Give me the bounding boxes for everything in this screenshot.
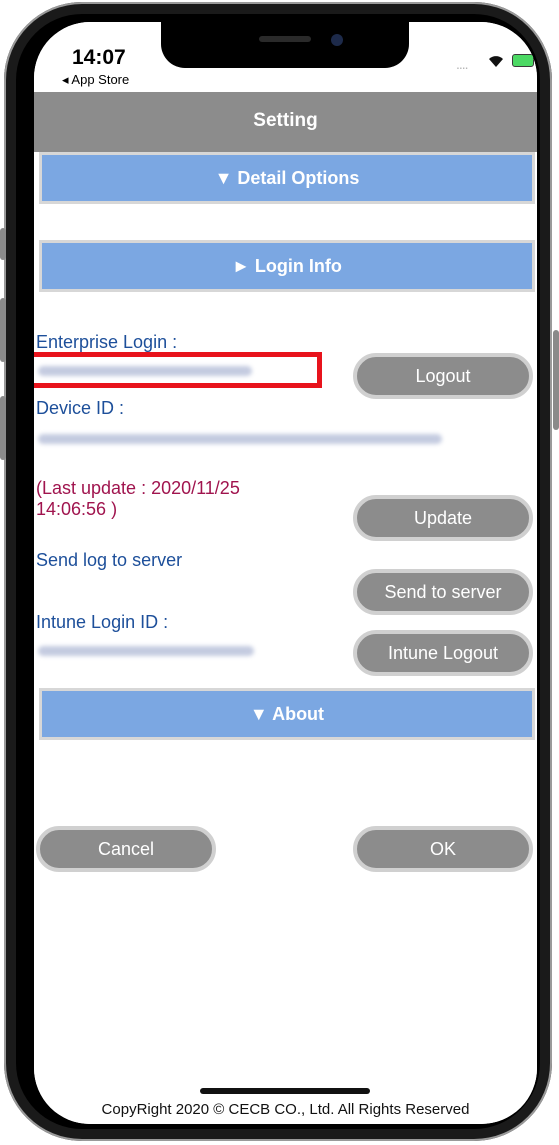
cancel-button[interactable]: Cancel xyxy=(36,826,216,872)
update-button[interactable]: Update xyxy=(353,495,533,541)
front-camera xyxy=(331,34,343,46)
last-update-text: (Last update : 2020/11/25 14:06:56 ) xyxy=(36,478,240,519)
device-id-value-redacted xyxy=(38,434,442,444)
login-info-header[interactable]: ► Login Info xyxy=(39,240,535,292)
copyright-footer: CopyRight 2020 © CECB CO., Ltd. All Righ… xyxy=(101,1101,470,1118)
page-title: Setting xyxy=(253,110,318,131)
settings-content: ▼ Detail Options ► Login Info Enterprise… xyxy=(34,152,537,1124)
intune-login-value-redacted xyxy=(38,646,254,656)
wifi-icon xyxy=(489,56,503,67)
home-indicator[interactable] xyxy=(200,1088,370,1094)
status-time: 14:07 xyxy=(72,46,126,69)
about-header[interactable]: ▼ About xyxy=(39,688,535,740)
volume-up-button xyxy=(0,298,6,362)
send-to-server-button[interactable]: Send to server xyxy=(353,569,533,615)
signal-icon: .... xyxy=(456,56,469,72)
enterprise-login-label: Enterprise Login : xyxy=(36,332,178,352)
notch xyxy=(161,22,409,68)
battery-charging-icon xyxy=(512,54,534,67)
nav-bar: Setting xyxy=(34,92,537,152)
ok-button[interactable]: OK xyxy=(353,826,533,872)
power-button xyxy=(553,330,559,430)
detail-options-header[interactable]: ▼ Detail Options xyxy=(39,152,535,204)
intune-logout-button[interactable]: Intune Logout xyxy=(353,630,533,676)
back-to-app-store-link[interactable]: ◂ App Store xyxy=(62,72,129,88)
intune-login-label: Intune Login ID : xyxy=(36,612,169,632)
app-screen: 14:07 ◂ App Store .... Setting ▼ Detail … xyxy=(34,22,537,1124)
status-bar: 14:07 ◂ App Store .... xyxy=(34,22,537,92)
logout-button[interactable]: Logout xyxy=(353,353,533,399)
volume-down-button xyxy=(0,396,6,460)
highlight-box xyxy=(34,352,322,388)
mute-switch xyxy=(0,228,6,260)
device-id-label: Device ID : xyxy=(36,398,125,418)
speaker-grille xyxy=(259,36,311,42)
send-log-label: Send log to server xyxy=(36,550,183,570)
